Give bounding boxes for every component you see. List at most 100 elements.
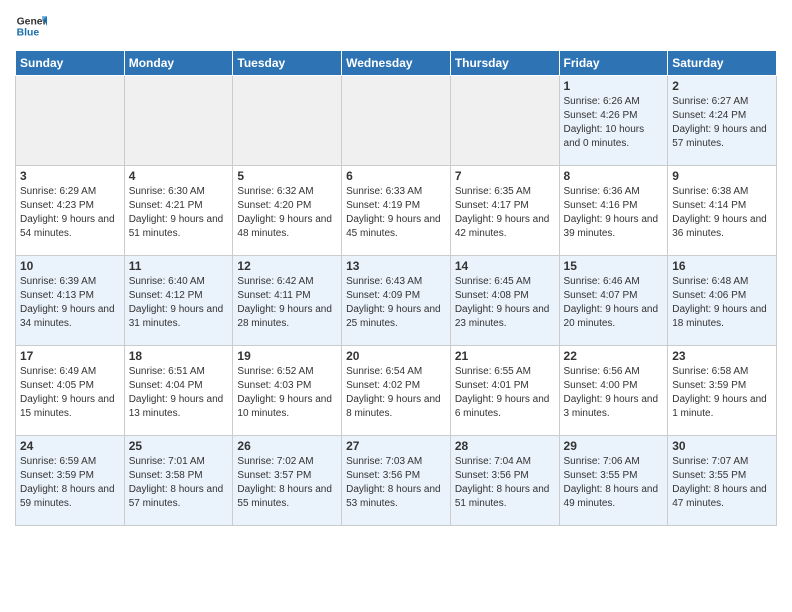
day-cell: 7 Sunrise: 6:35 AMSunset: 4:17 PMDaylight… [450,166,559,256]
day-number: 15 [564,259,664,273]
day-cell: 11 Sunrise: 6:40 AMSunset: 4:12 PMDayligh… [124,256,233,346]
day-cell: 22 Sunrise: 6:56 AMSunset: 4:00 PMDayligh… [559,346,668,436]
day-cell [233,76,342,166]
day-info: Sunrise: 7:07 AMSunset: 3:55 PMDaylight:… [672,455,772,511]
day-cell: 29 Sunrise: 7:06 AMSunset: 3:55 PMDayligh… [559,436,668,526]
day-cell: 30 Sunrise: 7:07 AMSunset: 3:55 PMDayligh… [668,436,777,526]
day-number: 8 [564,169,664,183]
day-info: Sunrise: 6:42 AMSunset: 4:11 PMDaylight:… [237,275,337,331]
day-number: 14 [455,259,555,273]
day-info: Sunrise: 6:45 AMSunset: 4:08 PMDaylight:… [455,275,555,331]
day-number: 18 [129,349,229,363]
day-info: Sunrise: 6:36 AMSunset: 4:16 PMDaylight:… [564,185,664,241]
day-info: Sunrise: 6:54 AMSunset: 4:02 PMDaylight:… [346,365,446,421]
day-info: Sunrise: 6:29 AMSunset: 4:23 PMDaylight:… [20,185,120,241]
day-number: 26 [237,439,337,453]
weekday-wednesday: Wednesday [342,51,451,76]
day-number: 20 [346,349,446,363]
calendar-table: SundayMondayTuesdayWednesdayThursdayFrid… [15,50,777,526]
day-number: 9 [672,169,772,183]
day-number: 3 [20,169,120,183]
day-info: Sunrise: 6:48 AMSunset: 4:06 PMDaylight:… [672,275,772,331]
weekday-thursday: Thursday [450,51,559,76]
day-info: Sunrise: 6:40 AMSunset: 4:12 PMDaylight:… [129,275,229,331]
day-cell: 24 Sunrise: 6:59 AMSunset: 3:59 PMDayligh… [16,436,125,526]
day-info: Sunrise: 6:38 AMSunset: 4:14 PMDaylight:… [672,185,772,241]
day-info: Sunrise: 6:55 AMSunset: 4:01 PMDaylight:… [455,365,555,421]
day-info: Sunrise: 6:56 AMSunset: 4:00 PMDaylight:… [564,365,664,421]
day-info: Sunrise: 6:35 AMSunset: 4:17 PMDaylight:… [455,185,555,241]
day-info: Sunrise: 7:03 AMSunset: 3:56 PMDaylight:… [346,455,446,511]
day-info: Sunrise: 7:01 AMSunset: 3:58 PMDaylight:… [129,455,229,511]
weekday-friday: Friday [559,51,668,76]
day-info: Sunrise: 6:51 AMSunset: 4:04 PMDaylight:… [129,365,229,421]
day-cell: 3 Sunrise: 6:29 AMSunset: 4:23 PMDaylight… [16,166,125,256]
day-cell: 4Sunrise: 6:30 AMSunset: 4:21 PMDaylight… [124,166,233,256]
day-number: 25 [129,439,229,453]
day-cell: 8 Sunrise: 6:36 AMSunset: 4:16 PMDaylight… [559,166,668,256]
week-row-5: 24 Sunrise: 6:59 AMSunset: 3:59 PMDayligh… [16,436,777,526]
week-row-1: 1 Sunrise: 6:26 AMSunset: 4:26 PMDaylight… [16,76,777,166]
day-number: 21 [455,349,555,363]
day-cell [124,76,233,166]
week-row-2: 3 Sunrise: 6:29 AMSunset: 4:23 PMDaylight… [16,166,777,256]
day-number: 11 [129,259,229,273]
svg-text:Blue: Blue [17,28,40,39]
day-cell: 10Sunrise: 6:39 AMSunset: 4:13 PMDayligh… [16,256,125,346]
weekday-sunday: Sunday [16,51,125,76]
day-number: 5 [237,169,337,183]
day-cell: 2Sunrise: 6:27 AMSunset: 4:24 PMDaylight… [668,76,777,166]
day-number: 19 [237,349,337,363]
day-info: Sunrise: 6:27 AMSunset: 4:24 PMDaylight:… [672,95,772,151]
day-number: 29 [564,439,664,453]
day-info: Sunrise: 6:26 AMSunset: 4:26 PMDaylight:… [564,95,664,151]
day-number: 17 [20,349,120,363]
logo: General Blue [15,10,47,42]
day-cell: 19Sunrise: 6:52 AMSunset: 4:03 PMDayligh… [233,346,342,436]
page: General Blue SundayMondayTuesdayWednesda… [0,0,792,536]
day-cell: 1 Sunrise: 6:26 AMSunset: 4:26 PMDaylight… [559,76,668,166]
day-info: Sunrise: 7:02 AMSunset: 3:57 PMDaylight:… [237,455,337,511]
day-cell: 18 Sunrise: 6:51 AMSunset: 4:04 PMDayligh… [124,346,233,436]
weekday-saturday: Saturday [668,51,777,76]
day-info: Sunrise: 6:30 AMSunset: 4:21 PMDaylight:… [129,185,229,241]
day-number: 1 [564,79,664,93]
weekday-header-row: SundayMondayTuesdayWednesdayThursdayFrid… [16,51,777,76]
week-row-3: 10Sunrise: 6:39 AMSunset: 4:13 PMDayligh… [16,256,777,346]
day-info: Sunrise: 7:04 AMSunset: 3:56 PMDaylight:… [455,455,555,511]
day-cell: 26 Sunrise: 7:02 AMSunset: 3:57 PMDayligh… [233,436,342,526]
day-number: 30 [672,439,772,453]
day-number: 27 [346,439,446,453]
day-cell: 12 Sunrise: 6:42 AMSunset: 4:11 PMDayligh… [233,256,342,346]
day-number: 16 [672,259,772,273]
day-cell: 14 Sunrise: 6:45 AMSunset: 4:08 PMDayligh… [450,256,559,346]
day-info: Sunrise: 6:46 AMSunset: 4:07 PMDaylight:… [564,275,664,331]
weekday-monday: Monday [124,51,233,76]
day-info: Sunrise: 6:58 AMSunset: 3:59 PMDaylight:… [672,365,772,421]
day-cell: 28Sunrise: 7:04 AMSunset: 3:56 PMDayligh… [450,436,559,526]
day-cell: 6Sunrise: 6:33 AMSunset: 4:19 PMDaylight… [342,166,451,256]
day-cell: 17 Sunrise: 6:49 AMSunset: 4:05 PMDayligh… [16,346,125,436]
day-number: 13 [346,259,446,273]
day-info: Sunrise: 6:59 AMSunset: 3:59 PMDaylight:… [20,455,120,511]
day-cell: 13 Sunrise: 6:43 AMSunset: 4:09 PMDayligh… [342,256,451,346]
day-cell: 23Sunrise: 6:58 AMSunset: 3:59 PMDayligh… [668,346,777,436]
day-cell: 20 Sunrise: 6:54 AMSunset: 4:02 PMDayligh… [342,346,451,436]
day-info: Sunrise: 6:49 AMSunset: 4:05 PMDaylight:… [20,365,120,421]
day-cell: 21 Sunrise: 6:55 AMSunset: 4:01 PMDayligh… [450,346,559,436]
logo-icon: General Blue [15,10,47,42]
day-cell [342,76,451,166]
day-number: 24 [20,439,120,453]
week-row-4: 17 Sunrise: 6:49 AMSunset: 4:05 PMDayligh… [16,346,777,436]
day-cell: 27 Sunrise: 7:03 AMSunset: 3:56 PMDayligh… [342,436,451,526]
day-info: Sunrise: 6:43 AMSunset: 4:09 PMDaylight:… [346,275,446,331]
day-cell: 5Sunrise: 6:32 AMSunset: 4:20 PMDaylight… [233,166,342,256]
weekday-tuesday: Tuesday [233,51,342,76]
day-info: Sunrise: 7:06 AMSunset: 3:55 PMDaylight:… [564,455,664,511]
day-cell: 9 Sunrise: 6:38 AMSunset: 4:14 PMDaylight… [668,166,777,256]
day-number: 22 [564,349,664,363]
day-info: Sunrise: 6:33 AMSunset: 4:19 PMDaylight:… [346,185,446,241]
day-number: 7 [455,169,555,183]
day-number: 12 [237,259,337,273]
day-number: 10 [20,259,120,273]
